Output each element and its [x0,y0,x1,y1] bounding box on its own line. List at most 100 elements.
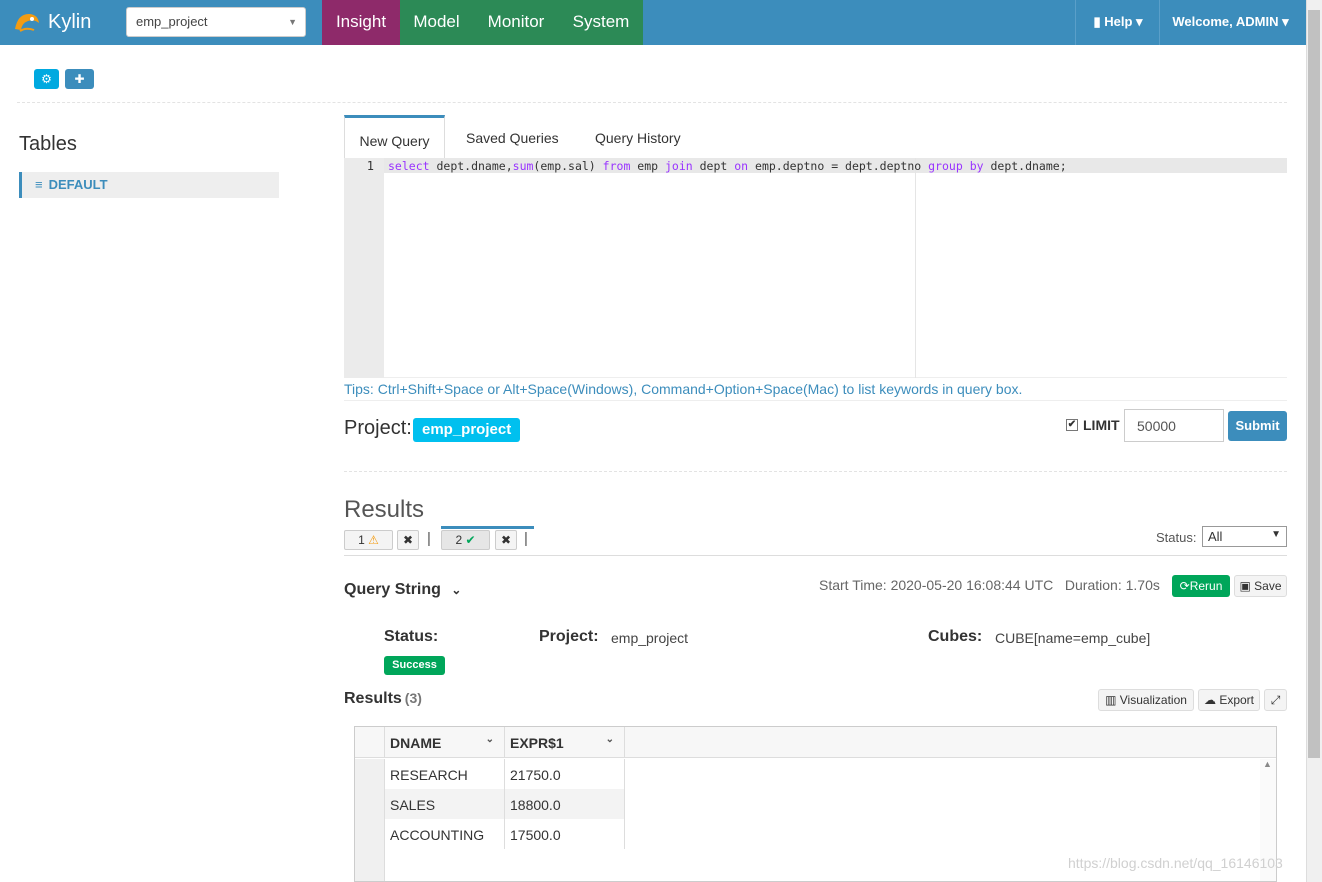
nav-insight[interactable]: Insight [322,0,400,45]
editor-tips: Tips: Ctrl+Shift+Space or Alt+Space(Wind… [344,381,1023,397]
result-tab-2-label: 2 [455,533,463,547]
results-count-heading: Results (3) [344,690,422,708]
row-selector-header[interactable] [355,727,385,758]
divider [344,400,1287,401]
table-row[interactable]: SALES 18800.0 [355,789,625,819]
nav-model[interactable]: Model [400,0,473,45]
export-button[interactable]: ☁ Export [1198,689,1260,711]
project-badge: emp_project [413,418,521,442]
gears-icon: ⚙ [41,72,52,86]
rerun-label: Rerun [1189,579,1223,593]
close-result-tab-1-button[interactable]: ✖ [397,530,419,550]
caret-down-icon: ▾ [1136,14,1143,29]
tab-separator: | [524,530,528,547]
caret-down-icon: ▾ [1282,14,1289,29]
nav-monitor[interactable]: Monitor [473,0,559,45]
book-icon: ▮ [1093,14,1101,29]
project-label: Project: [344,417,412,439]
watermark: https://blog.csdn.net/qq_16146103 [1068,855,1283,871]
status-filter-select[interactable]: All ▼ [1202,526,1287,547]
result-tab-1-label: 1 [358,533,365,547]
row-selector[interactable] [355,819,385,849]
page-scrollbar-thumb[interactable] [1308,10,1320,758]
database-item-default[interactable]: ≡ DEFAULT [19,172,279,198]
project-select[interactable]: emp_project ▼ [126,7,306,37]
database-icon: ≡ [35,177,43,192]
kylin-logo[interactable]: Kylin [12,6,112,38]
chevron-down-icon[interactable]: ⌄ [486,734,494,745]
save-button[interactable]: ▣ Save [1234,575,1287,597]
sql-code[interactable]: select dept.dname,sum(emp.sal) from emp … [388,159,1067,173]
table-cell: SALES [385,789,505,819]
limit-checkbox-group[interactable]: ✔ LIMIT [1066,417,1120,433]
tab-saved-queries[interactable]: Saved Queries [466,115,559,159]
column-header-dname[interactable]: DNAME ⌄ [385,727,505,758]
rerun-button[interactable]: ⟳Rerun [1172,575,1230,597]
save-label: Save [1254,579,1282,593]
status-badge: Success [384,656,445,675]
close-icon: ✖ [500,533,512,547]
result-tab-2[interactable]: 2 ✔ [441,530,490,550]
warning-icon: ⚠ [368,533,379,547]
divider [344,471,1287,472]
limit-checkbox[interactable]: ✔ [1066,419,1078,431]
cubes-field-label: Cubes: [928,628,983,645]
close-icon: ✖ [402,533,414,547]
database-label: DEFAULT [48,177,108,192]
tab-separator: | [427,530,431,547]
tab-new-query[interactable]: New Query [344,115,445,159]
refresh-icon: ⟳ [1179,579,1190,593]
table-row[interactable]: RESEARCH 21750.0 [355,759,625,789]
row-selector[interactable] [355,759,385,789]
chevron-down-icon: ▼ [288,17,297,27]
fullscreen-button[interactable]: ⤢ [1264,689,1287,711]
user-menu[interactable]: Welcome, ADMIN ▾ [1159,0,1301,45]
print-margin [915,158,916,378]
check-icon: ✔ [465,533,476,547]
scroll-up-icon[interactable]: ▲ [1263,759,1272,769]
start-time: Start Time: 2020-05-20 16:08:44 UTC [819,577,1054,593]
editor-gutter [344,158,384,378]
submit-button[interactable]: Submit [1228,411,1287,441]
status-filter-value: All [1208,529,1223,544]
settings-button[interactable]: ⚙ [34,69,59,89]
results-label: Results [344,690,402,707]
column-header-label: DNAME [390,735,442,751]
help-menu[interactable]: ▮ Help ▾ [1075,0,1160,45]
sql-editor[interactable]: 1 select dept.dname,sum(emp.sal) from em… [344,158,1287,378]
export-label: Export [1219,693,1255,707]
project-field-label: Project: [539,628,599,645]
table-cell: ACCOUNTING [385,819,505,849]
duration: Duration: 1.70s [1064,577,1160,593]
table-cell: RESEARCH [385,759,505,789]
project-field-value: emp_project [611,630,689,646]
chevron-down-icon[interactable]: ⌄ [606,734,614,745]
column-header-expr[interactable]: EXPR$1 ⌄ [505,727,625,758]
visualization-button[interactable]: ▥ Visualization [1098,689,1194,711]
add-button[interactable]: ✚ [65,69,94,89]
table-cell: 17500.0 [505,819,625,849]
tables-title: Tables [19,133,77,155]
status-filter-label: Status: [1156,530,1197,545]
row-selector[interactable] [355,789,385,819]
limit-input[interactable]: 50000 [1124,409,1224,442]
query-timing: Start Time: 2020-05-20 16:08:44 UTC Dura… [819,577,1160,593]
welcome-label: Welcome, ADMIN [1172,14,1279,29]
cubes-field-value: CUBE[name=emp_cube] [995,630,1151,646]
table-cell: 21750.0 [505,759,625,789]
chevron-down-icon: ▼ [1271,529,1281,540]
row-selector-empty [355,849,385,881]
project-select-value: emp_project [136,14,208,29]
tab-query-history[interactable]: Query History [595,115,681,159]
column-header-label: EXPR$1 [510,735,564,751]
visualization-label: Visualization [1119,693,1187,707]
bar-chart-icon: ▥ [1105,693,1117,707]
table-row[interactable]: ACCOUNTING 17500.0 [355,819,625,849]
result-tab-1[interactable]: 1 ⚠ [344,530,393,550]
active-tab-indicator [441,526,534,529]
query-string-toggle[interactable]: Query String ⌄ [344,581,461,599]
query-string-label: Query String [344,581,441,598]
nav-system[interactable]: System [559,0,643,45]
divider [344,555,1287,556]
close-result-tab-2-button[interactable]: ✖ [495,530,517,550]
